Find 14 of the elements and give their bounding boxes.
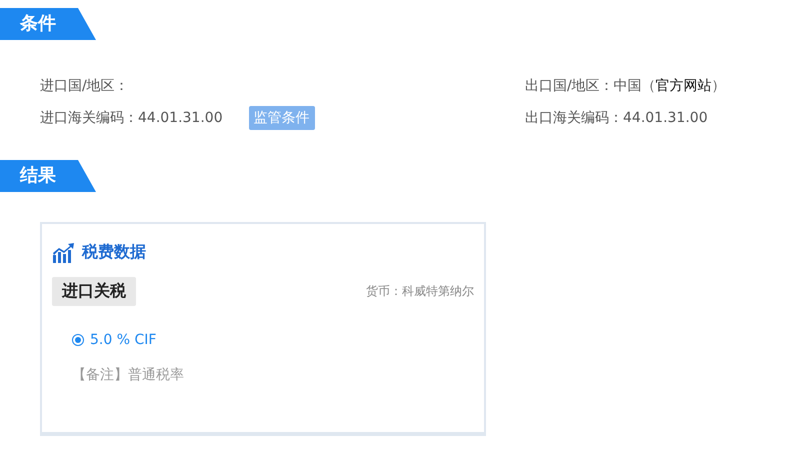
chart-icon: [52, 242, 74, 262]
note-text: 【备注】普通税率: [72, 366, 185, 384]
rate-text: 5.0 % CIF: [90, 332, 156, 348]
radio-button[interactable]: [72, 334, 84, 346]
card-title: 税费数据: [82, 242, 146, 263]
field-label: 出口海关编码：44.01.31.00: [525, 109, 708, 127]
field-label: 进口海关编码：44.01.31.00: [40, 109, 223, 127]
field-label: 进口国/地区：: [40, 77, 129, 95]
official-site-link[interactable]: 官方网站: [656, 78, 712, 94]
field-label: 出口国/地区：中国（官方网站）: [525, 77, 726, 95]
section-heading: 条件: [0, 8, 96, 40]
import-duty-tab[interactable]: 进口关税: [52, 277, 136, 306]
currency-label: 货币：科威特第纳尔: [366, 283, 474, 300]
section-heading: 结果: [0, 160, 96, 192]
